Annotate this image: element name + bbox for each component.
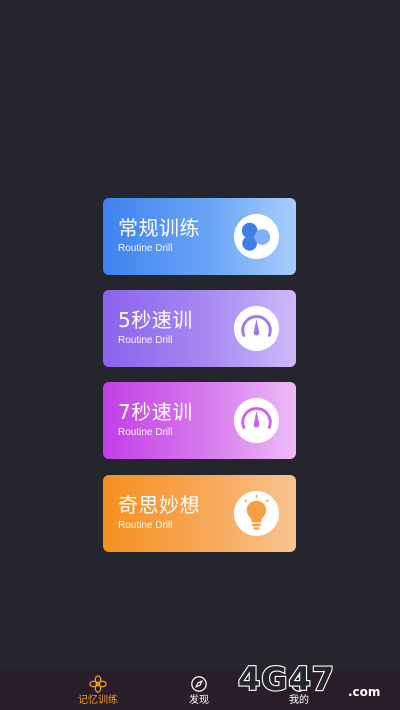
- card-5s-drill[interactable]: 5秒速训 Routine Drill: [103, 290, 296, 367]
- card-routine-drill[interactable]: 常规训练 Routine Drill: [103, 198, 296, 275]
- tab-label: 发现: [189, 695, 209, 706]
- svg-text:.com: .com: [348, 685, 380, 699]
- flower-icon: [89, 675, 107, 693]
- watermark-logo: 4G47 4G47 .com: [236, 658, 396, 700]
- tab-memory-training[interactable]: 记忆训练: [63, 675, 133, 707]
- speedometer-icon: [233, 397, 280, 444]
- lightbulb-icon: [233, 490, 280, 537]
- bubbles-icon: [233, 213, 280, 260]
- svg-text:4G47: 4G47: [238, 660, 335, 698]
- tab-label: 记忆训练: [78, 695, 118, 706]
- compass-icon: [191, 676, 207, 692]
- speedometer-icon: [233, 305, 280, 352]
- tab-discover[interactable]: 发现: [164, 675, 234, 707]
- card-brainstorm[interactable]: 奇思妙想 Routine Drill: [103, 475, 296, 552]
- card-7s-drill[interactable]: 7秒速训 Routine Drill: [103, 382, 296, 459]
